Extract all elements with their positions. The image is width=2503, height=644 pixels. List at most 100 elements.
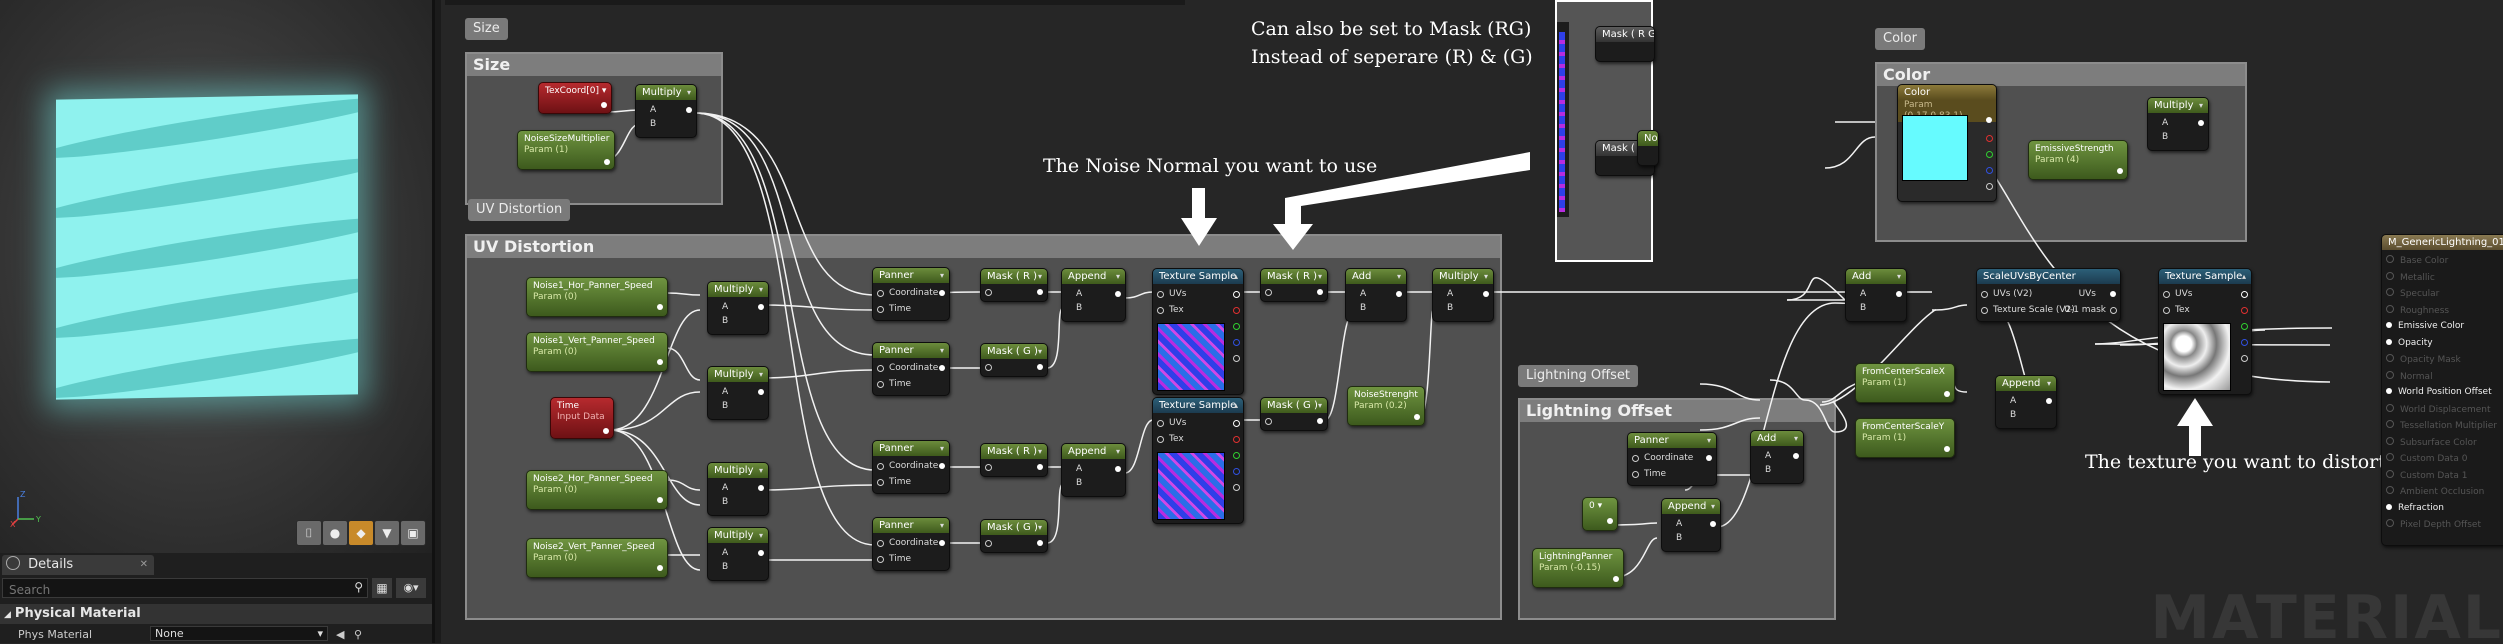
material-graph[interactable]: Size Size UV Distortion UV Distortion Co…: [435, 0, 2503, 643]
material-output-pin[interactable]: Refraction: [2386, 503, 2444, 513]
material-output-pin-label: Base Color: [2400, 256, 2449, 266]
texture-sample-distort-node[interactable]: Texture Sample ▴ UVs Tex: [2158, 268, 2252, 395]
uv-multiply-node-2[interactable]: Multiply ▾ AB: [707, 366, 769, 420]
main-add-node[interactable]: Add ▾ AB: [1845, 268, 1907, 322]
material-output-pin[interactable]: Subsurface Color: [2386, 436, 2477, 448]
from-center-scale-y-node[interactable]: FromCenterScaleY Param (1): [1855, 418, 1955, 458]
pin-circle-icon: [2386, 403, 2394, 412]
size-multiply-output-pin[interactable]: [686, 107, 692, 113]
texcoord-node[interactable]: TexCoord[0] ▾: [538, 82, 612, 114]
lightning-panner-node[interactable]: Panner ▾ Coordinate Time: [1627, 432, 1717, 486]
material-output-pin[interactable]: Emissive Color: [2386, 321, 2464, 331]
preview-plane-button[interactable]: ◆: [348, 520, 374, 546]
material-output-pin[interactable]: Metallic: [2386, 271, 2435, 283]
uv-multiply-node-1[interactable]: Multiply ▾ AB: [707, 281, 769, 335]
color-swatch[interactable]: [1902, 115, 1968, 181]
noise-size-multiplier-node[interactable]: NoiseSizeMultiplier Param (1): [517, 130, 615, 170]
inset-mask-rg-node-1[interactable]: Mask ( R G ): [1595, 26, 1655, 62]
noise-strenght-node[interactable]: NoiseStrenght Param (0.2): [1347, 386, 1425, 426]
material-output-pin[interactable]: Ambient Occlusion: [2386, 486, 2484, 497]
material-output-pin[interactable]: Specular: [2386, 288, 2439, 299]
material-output-pin[interactable]: Pixel Depth Offset: [2386, 519, 2481, 530]
comment-tab-color[interactable]: Color: [1875, 28, 1925, 50]
material-output-pin[interactable]: Tessellation Multiplier: [2386, 420, 2497, 431]
category-physical-material[interactable]: ◢ Physical Material: [0, 604, 432, 624]
size-multiply-node[interactable]: Multiply ▾ A B: [635, 84, 697, 138]
material-output-node[interactable]: M_GenericLightning_01 Base Color Metallic…: [2381, 234, 2503, 546]
preview-custom-mesh-button[interactable]: ▣: [400, 520, 426, 546]
panner-node-1[interactable]: Panner ▾ Coordinate Time: [872, 267, 950, 321]
material-output-pin[interactable]: Custom Data 0: [2386, 453, 2467, 464]
material-output-pin[interactable]: World Position Offset: [2386, 387, 2492, 397]
pin-circle-icon: [2386, 469, 2394, 478]
lightning-panner-param-node[interactable]: LightningPanner Param (-0.15): [1532, 548, 1624, 588]
uv-add-node[interactable]: Add ▾ AB: [1345, 268, 1407, 322]
panner-node-4[interactable]: Panner ▾ Coordinate Time: [872, 517, 950, 571]
emissive-strength-node[interactable]: EmissiveStrength Param (4): [2028, 140, 2128, 180]
pin-circle-icon: [2386, 255, 2394, 263]
noise2-hor-panner-speed-node[interactable]: Noise2_Hor_Panner_Speed Param (0): [526, 470, 668, 510]
lightning-append-node[interactable]: Append ▾ AB: [1661, 498, 1721, 552]
texcoord-output-pin[interactable]: [601, 102, 607, 108]
scale-uvs-by-center-node[interactable]: ScaleUVsByCenter UVs (V2) Texture Scale …: [1976, 268, 2121, 322]
noise1-hor-panner-speed-node[interactable]: Noise1_Hor_Panner_Speed Param (0): [526, 277, 668, 317]
preview-cube-button[interactable]: ▼: [374, 520, 400, 546]
mask-g-node-3[interactable]: Mask ( G ) ▾: [1260, 397, 1328, 431]
close-icon[interactable]: ✕: [140, 555, 148, 575]
arrow-left-icon[interactable]: ◀: [336, 626, 344, 644]
noise2-vert-panner-speed-node[interactable]: Noise2_Vert_Panner_Speed Param (0): [526, 538, 668, 578]
material-output-pin-label: Ambient Occlusion: [2400, 487, 2485, 497]
zero-constant-node[interactable]: 0 ▾: [1582, 497, 1618, 531]
uv-multiply-node-4[interactable]: Multiply ▾ AB: [707, 527, 769, 581]
search-input[interactable]: [3, 581, 345, 599]
material-output-pin[interactable]: Base Color: [2386, 255, 2448, 266]
texture-sample-node-2[interactable]: Texture Sample ▴ UVs Tex: [1152, 397, 1244, 524]
details-search[interactable]: ⚲: [2, 578, 368, 599]
scale-append-node[interactable]: Append ▾ AB: [1995, 375, 2057, 429]
lightning-add-node[interactable]: Add ▾ AB: [1750, 430, 1804, 484]
color-param-node[interactable]: Color Param (0.17,0.83,1): [1897, 84, 1997, 202]
noise-size-output-pin[interactable]: [604, 159, 610, 165]
material-output-pin[interactable]: Roughness: [2386, 304, 2450, 316]
inset-texture-pins: [1557, 22, 1569, 217]
panner-node-3[interactable]: Panner ▾ Coordinate Time: [872, 440, 950, 494]
comment-tab-uv-distortion[interactable]: UV Distortion: [468, 199, 571, 221]
uv-multiply-final-node[interactable]: Multiply ▾ AB: [1432, 268, 1494, 322]
append-node-1[interactable]: Append ▾ AB: [1061, 268, 1126, 322]
mask-r-node-2[interactable]: Mask ( R ) ▾: [980, 443, 1048, 477]
append-node-2[interactable]: Append ▾ AB: [1061, 443, 1126, 497]
comment-tab-lightning-offset[interactable]: Lightning Offset: [1518, 365, 1638, 387]
material-output-pin-label: Tessellation Multiplier: [2400, 421, 2497, 431]
preview-viewport[interactable]: Z X Y ⌷ ● ◆ ▼ ▣: [0, 0, 435, 553]
texture-sample-node-1[interactable]: Texture Sample ▴ UVs Tex: [1152, 268, 1244, 395]
time-node[interactable]: Time Input Data: [550, 397, 614, 439]
preview-cylinder-button[interactable]: ⌷: [296, 520, 322, 546]
mask-r-node-3[interactable]: Mask ( R ) ▾: [1260, 268, 1328, 302]
panner-node-2[interactable]: Panner ▾ Coordinate Time: [872, 342, 950, 396]
search-icon: ⚲: [354, 580, 363, 594]
comment-tab-size[interactable]: Size: [465, 18, 508, 40]
material-output-pin-label: Pixel Depth Offset: [2400, 520, 2481, 530]
material-output-pin[interactable]: Custom Data 1: [2386, 469, 2467, 481]
material-output-pin[interactable]: Opacity Mask: [2386, 354, 2461, 365]
material-output-pin-label: Specular: [2400, 289, 2440, 299]
browse-icon[interactable]: ⚲: [354, 626, 362, 644]
phys-material-select[interactable]: None ▾: [150, 626, 328, 641]
material-output-pin[interactable]: Opacity: [2386, 338, 2433, 348]
eye-visibility-icon[interactable]: ◉▾: [396, 578, 426, 598]
material-output-pin[interactable]: Normal: [2386, 370, 2433, 382]
material-output-pin-label: Roughness: [2400, 305, 2450, 316]
details-tab-label: Details: [28, 557, 74, 572]
details-tab[interactable]: Details ✕: [2, 555, 154, 575]
mask-g-node-2[interactable]: Mask ( G ) ▾: [980, 519, 1048, 553]
mask-g-node-1[interactable]: Mask ( G ) ▾: [980, 343, 1048, 377]
grid-view-icon[interactable]: ▦: [372, 578, 392, 598]
inset-noise-node[interactable]: Noise: [1637, 130, 1659, 166]
material-output-pin[interactable]: World Displacement: [2386, 403, 2491, 415]
uv-multiply-node-3[interactable]: Multiply ▾ AB: [707, 462, 769, 516]
color-multiply-node[interactable]: Multiply ▾ AB: [2147, 97, 2209, 151]
mask-r-node-1[interactable]: Mask ( R ) ▾: [980, 268, 1048, 302]
from-center-scale-x-node[interactable]: FromCenterScaleX Param (1): [1855, 363, 1955, 403]
noise1-vert-panner-speed-node[interactable]: Noise1_Vert_Panner_Speed Param (0): [526, 332, 668, 372]
preview-sphere-button[interactable]: ●: [322, 520, 348, 546]
